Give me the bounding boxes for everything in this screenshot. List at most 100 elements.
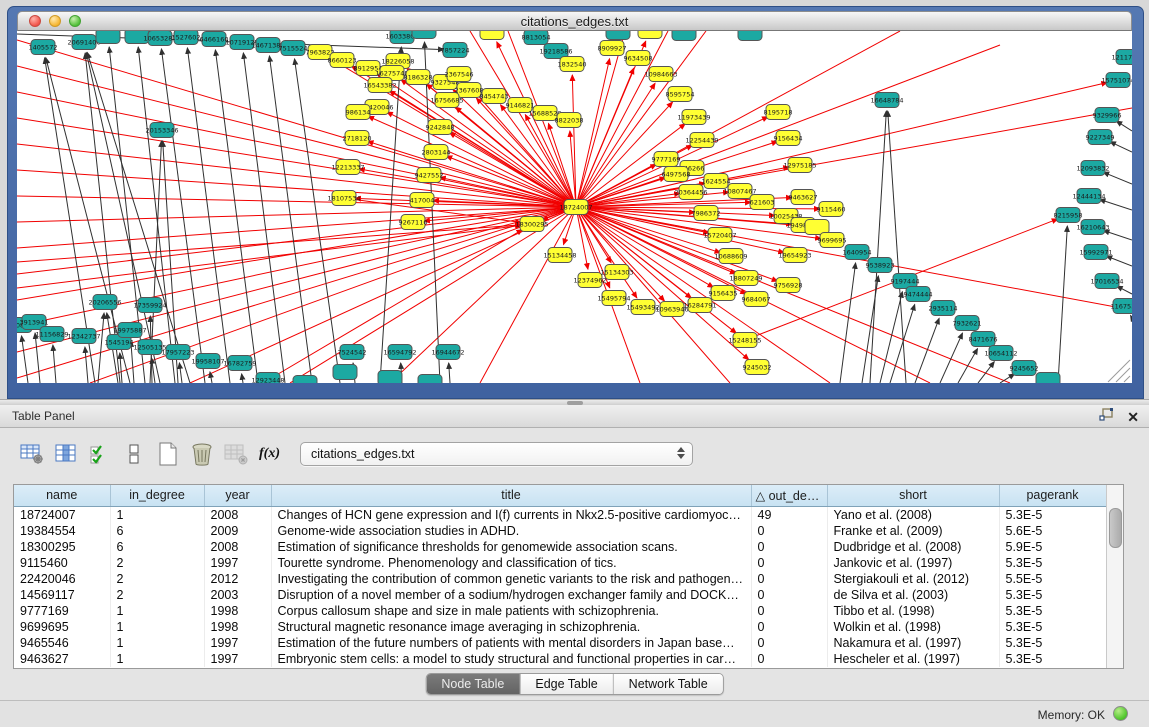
table-row[interactable]: 946362711997Embryonic stem cells: a mode… [14, 651, 1106, 667]
svg-text:15720407: 15720407 [703, 231, 736, 239]
table-row[interactable]: 969969511998Structural magnetic resonanc… [14, 619, 1106, 635]
svg-text:15248155: 15248155 [728, 336, 761, 344]
svg-text:9146821: 9146821 [506, 101, 535, 109]
svg-text:15992971: 15992971 [1079, 248, 1112, 256]
column-header-2[interactable]: year [204, 485, 271, 506]
svg-text:1527602: 1527602 [172, 33, 201, 41]
svg-text:8454743: 8454743 [480, 92, 509, 100]
table-scrollbar-thumb[interactable] [1109, 508, 1122, 548]
svg-text:9329966: 9329966 [1093, 111, 1122, 119]
column-header-1[interactable]: in_degree [110, 485, 204, 506]
svg-text:19975887: 19975887 [113, 326, 146, 334]
function-builder-button[interactable]: f(x) [256, 441, 283, 467]
table-row[interactable]: 1830029562008Estimation of significance … [14, 539, 1106, 555]
table-select-value: citations_edges.txt [311, 447, 415, 461]
svg-text:2718120: 2718120 [343, 134, 372, 142]
svg-text:10688609: 10688609 [714, 252, 747, 260]
svg-text:12254439: 12254439 [685, 136, 718, 144]
column-header-5[interactable]: short [827, 485, 999, 506]
new-table-button[interactable] [154, 441, 181, 467]
network-window-titlebar[interactable]: citations_edges.txt [17, 11, 1132, 31]
table-panel-title: Table Panel [12, 409, 75, 423]
svg-text:9699695: 9699695 [818, 236, 847, 244]
svg-text:2367546: 2367546 [445, 70, 474, 78]
svg-text:16210643: 16210643 [1076, 223, 1109, 231]
tab-edge-table[interactable]: Edge Table [520, 674, 613, 694]
svg-text:1832540: 1832540 [558, 60, 587, 68]
svg-text:10807467: 10807467 [723, 187, 756, 195]
svg-text:17957223: 17957223 [161, 348, 194, 356]
table-row[interactable]: 946554611997Estimation of the future num… [14, 635, 1106, 651]
table-select-dropdown[interactable]: citations_edges.txt [300, 442, 693, 466]
svg-text:20364456: 20364456 [674, 188, 707, 196]
svg-text:12923448: 12923448 [251, 376, 284, 383]
table-row[interactable]: 977716911998Corpus callosum shape and si… [14, 603, 1106, 619]
svg-text:7515524: 7515524 [279, 44, 308, 52]
svg-text:7986372: 7986372 [692, 209, 721, 217]
column-header-6[interactable]: pagerank [999, 485, 1106, 506]
table-row[interactable]: 2242004622012Investigating the contribut… [14, 571, 1106, 587]
svg-text:7857224: 7857224 [441, 46, 470, 54]
table-row[interactable]: 1456911722003Disruption of a novel membe… [14, 587, 1106, 603]
table-toolbar: f(x) citations_edges.txt [18, 440, 693, 468]
table-settings-button[interactable] [18, 441, 45, 467]
tab-network-table[interactable]: Network Table [614, 674, 723, 694]
svg-text:10984663: 10984663 [644, 70, 677, 78]
table-row[interactable]: 911546021997Tourette syndrome. Phenomeno… [14, 555, 1106, 571]
svg-text:9156434: 9156434 [774, 134, 803, 142]
svg-text:18724007: 18724007 [559, 203, 592, 211]
column-header-3[interactable]: title [271, 485, 751, 506]
svg-text:8471676: 8471676 [969, 335, 998, 343]
row-height-button[interactable] [120, 441, 147, 467]
column-header-4[interactable]: △ out_de… [751, 485, 827, 506]
svg-text:12444134: 12444134 [1072, 192, 1105, 200]
svg-text:9538923: 9538923 [866, 261, 895, 269]
svg-text:9197444: 9197444 [891, 277, 920, 285]
float-panel-icon[interactable] [1099, 408, 1114, 425]
show-column-button[interactable] [52, 441, 79, 467]
svg-text:18807249: 18807249 [729, 274, 762, 282]
svg-text:7524542: 7524542 [338, 348, 367, 356]
memory-indicator[interactable] [1113, 706, 1128, 721]
svg-text:417004: 417004 [410, 196, 435, 204]
tab-node-table[interactable]: Node Table [426, 674, 520, 694]
svg-text:10654112: 10654112 [984, 349, 1017, 357]
select-attributes-button[interactable] [86, 441, 113, 467]
table-scrollbar[interactable] [1106, 485, 1123, 668]
table-panel: Table Panel ✕ [0, 405, 1149, 700]
svg-text:17359924: 17359924 [133, 301, 166, 309]
svg-text:8595754: 8595754 [666, 90, 695, 98]
svg-text:12342737: 12342737 [67, 332, 100, 340]
svg-text:8186328: 8186328 [404, 73, 433, 81]
svg-text:9245652: 9245652 [1010, 364, 1039, 372]
svg-text:20153346: 20153346 [145, 126, 178, 134]
table-row[interactable]: 1872400712008Changes of HCN gene express… [14, 506, 1106, 523]
memory-status-label: Memory: OK [1038, 708, 1105, 722]
svg-text:9267110: 9267110 [399, 218, 428, 226]
svg-text:8215958: 8215958 [1054, 211, 1083, 219]
delete-column-trash-button[interactable] [188, 441, 215, 467]
svg-text:15134458: 15134458 [543, 251, 576, 259]
svg-text:9634508: 9634508 [624, 54, 653, 62]
column-header-0[interactable]: name [14, 485, 110, 506]
svg-text:9242848: 9242848 [426, 123, 455, 131]
attribute-table: namein_degreeyeartitle△ out_de…shortpage… [13, 484, 1124, 669]
svg-text:8660123: 8660123 [328, 56, 357, 64]
svg-text:16782759: 16782759 [223, 359, 256, 367]
network-canvas[interactable]: 1405572206914061065328715276026466160107… [17, 31, 1132, 383]
svg-text:16756685: 16756685 [430, 96, 463, 104]
table-tabs: Node TableEdge TableNetwork Table [425, 673, 723, 695]
svg-text:19654923: 19654923 [778, 251, 811, 259]
svg-text:18107534: 18107534 [327, 194, 360, 202]
delete-table-button-disabled[interactable] [222, 441, 249, 467]
svg-text:11973439: 11973439 [677, 113, 710, 121]
svg-text:16284791: 16284791 [683, 301, 716, 309]
svg-text:1167533: 1167533 [1111, 302, 1132, 310]
svg-text:9463627: 9463627 [789, 193, 818, 201]
window-title: citations_edges.txt [18, 14, 1131, 29]
svg-text:16543382: 16543382 [363, 81, 396, 89]
close-panel-icon[interactable]: ✕ [1127, 409, 1139, 425]
svg-text:16594792: 16594792 [383, 348, 416, 356]
svg-text:19218586: 19218586 [539, 47, 572, 55]
table-row[interactable]: 1938455462009Genome-wide association stu… [14, 523, 1106, 539]
